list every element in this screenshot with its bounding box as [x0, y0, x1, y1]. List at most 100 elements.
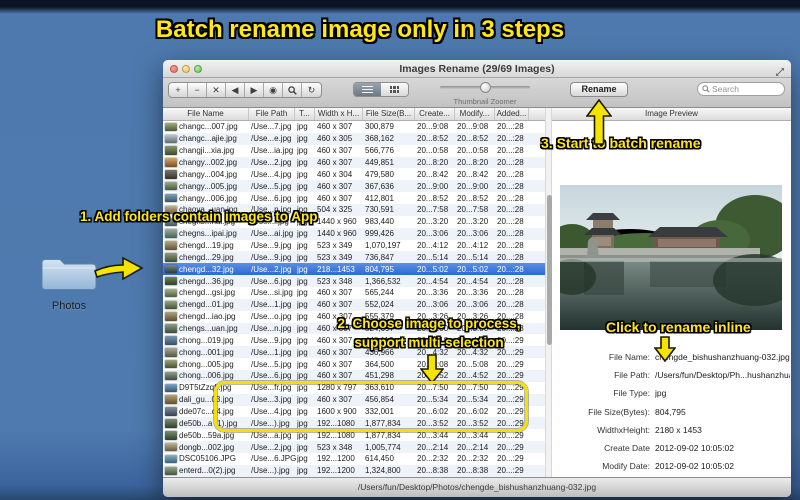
- list-view-button[interactable]: [354, 83, 381, 96]
- cell-path: /Use...4.jpg: [251, 169, 292, 179]
- column-header[interactable]: Create...: [415, 108, 455, 120]
- zoom-button[interactable]: [194, 65, 202, 73]
- column-header[interactable]: File Path: [249, 108, 295, 120]
- find-button[interactable]: [283, 83, 302, 97]
- status-bar: /Users/fun/Desktop/Photos/chengde_bishus…: [163, 477, 791, 497]
- next-button[interactable]: ▶: [245, 83, 264, 97]
- cell-size: 364,500: [365, 359, 394, 369]
- column-header[interactable]: File Name: [163, 108, 249, 120]
- slider-knob[interactable]: [480, 81, 491, 93]
- table-row[interactable]: changy...002.jpg/Use...2.jpg jpg 460 x 307…: [163, 156, 545, 169]
- cell-size: 449,851: [365, 158, 394, 167]
- detail-row: Modify Date: 2012-09-02 10:05:02: [552, 457, 790, 475]
- annotation-step2-line2: support multi-selection: [354, 335, 504, 350]
- table-row[interactable]: chegns...ipai.jpg/Use...ai.jpg jpg 1440 x …: [163, 227, 545, 240]
- cell-created: 20...4:54: [417, 276, 449, 286]
- arrow-down-icon: [653, 336, 677, 367]
- table-row[interactable]: changy...006.jpg/Use...6.jpg jpg 460 x 307…: [163, 192, 545, 205]
- cell-created: 20...3:20: [417, 217, 449, 227]
- cell-added: 20...:28: [497, 217, 524, 227]
- file-thumbnail-icon: [165, 419, 177, 428]
- cell-created: 20...5:02: [417, 264, 449, 274]
- refresh-button[interactable]: ↻: [302, 83, 321, 97]
- close-button[interactable]: [170, 65, 178, 73]
- table-row[interactable]: enterd...0(2).jpg/Use...).jpg jpg 192...12…: [163, 464, 545, 477]
- cell-size: 1,366,532: [365, 276, 401, 286]
- column-header[interactable]: Modify...: [455, 108, 495, 120]
- search-icon: [702, 80, 710, 98]
- cell-modified: 20...9:00: [457, 181, 489, 191]
- table-row[interactable]: chengd...19.jpg/Use...9.jpg jpg 523 x 349 1…: [163, 239, 545, 252]
- cell-type: jpg: [297, 288, 308, 298]
- cell-type: jpg: [297, 193, 308, 203]
- cell-dims: 460 x 307: [317, 371, 353, 381]
- file-thumbnail-icon: [165, 407, 177, 416]
- detail-row: File Size(Bytes): 804,795: [552, 403, 790, 421]
- table-row[interactable]: dongb...002.jpg/Use...2.jpg jpg 523 x 348 1…: [163, 441, 545, 454]
- scrollbar-thumb[interactable]: [546, 195, 552, 345]
- file-thumbnail-icon: [165, 146, 177, 155]
- table-scrollbar[interactable]: [545, 108, 552, 477]
- cell-type: jpg: [297, 359, 308, 369]
- table-row[interactable]: chengd...36.jpg/Use...6.jpg jpg 523 x 348 1…: [163, 275, 545, 288]
- fullscreen-icon[interactable]: [775, 64, 785, 76]
- add-button[interactable]: +: [169, 83, 188, 97]
- file-thumbnail-icon: [165, 348, 177, 357]
- column-header[interactable]: T...: [295, 108, 315, 120]
- detail-label: WidthxHeight:: [597, 424, 650, 435]
- cell-added: 20...:28: [497, 169, 524, 179]
- titlebar[interactable]: Images Rename (29/69 Images): [163, 60, 791, 78]
- cell-size: 566,776: [365, 146, 394, 156]
- delete-button[interactable]: ✕: [207, 83, 226, 97]
- cell-path: /Use...n.jpg: [251, 324, 292, 334]
- cell-dims: 460 x 305: [317, 134, 353, 144]
- view-mode-segmented-control[interactable]: [353, 82, 409, 97]
- cell-size: 736,847: [365, 252, 394, 262]
- cell-added: 20...:29: [497, 442, 524, 452]
- cell-added: 20...:28: [497, 181, 524, 191]
- table-row[interactable]: chong...005.jpg/Use...5.jpg jpg 460 x 307 3…: [163, 358, 545, 371]
- column-header[interactable]: File Size(B...: [363, 108, 415, 120]
- file-thumbnail-icon: [165, 264, 177, 274]
- rename-button[interactable]: Rename: [570, 81, 628, 97]
- column-header[interactable]: Width x H...: [315, 108, 363, 120]
- grid-view-button[interactable]: [381, 83, 408, 96]
- toolbar-button-bar: + − ✕ ◀ ▶ ◉ ↻: [168, 82, 322, 98]
- photos-folder[interactable]: Photos: [36, 255, 102, 312]
- cell-size: 412,801: [365, 193, 394, 203]
- cell-type: jpg: [297, 466, 308, 476]
- cell-path: /Use...6.jpg: [251, 276, 292, 286]
- table-row[interactable]: chengd...32.jpg/Use...2.jpg jpg 218...1453…: [163, 263, 545, 276]
- table-row[interactable]: changc...ajie.jpg/Use...e.jpg jpg 460 x 30…: [163, 132, 545, 145]
- thumbnail-zoom-slider[interactable]: [440, 81, 530, 93]
- annotation-step1: 1. Add folders contain images to App: [80, 209, 318, 224]
- minimize-button[interactable]: [182, 65, 190, 73]
- cell-name: chengd...19.jpg: [179, 241, 234, 251]
- table-row[interactable]: chengd...01.jpg/Use...1.jpg jpg 460 x 307 5…: [163, 298, 545, 311]
- table-row[interactable]: chengd...29.jpg/Use...9.jpg jpg 523 x 349 7…: [163, 251, 545, 264]
- cell-path: /Use...2.jpg: [251, 158, 292, 167]
- cell-dims: 192...1080: [317, 430, 355, 440]
- list-view-icon: [362, 86, 373, 93]
- cell-created: 20...8:52: [417, 134, 449, 144]
- cell-size: 1,005,774: [365, 442, 401, 452]
- column-header[interactable]: Added...: [495, 108, 529, 120]
- cell-modified: 20...3:06: [457, 300, 489, 310]
- table-row[interactable]: changy...005.jpg/Use...5.jpg jpg 460 x 307…: [163, 180, 545, 193]
- quicklook-button[interactable]: ◉: [264, 83, 283, 97]
- cell-dims: 523 x 348: [317, 276, 353, 286]
- previous-button[interactable]: ◀: [226, 83, 245, 97]
- table-row[interactable]: DSC05106.JPG/Use...6.JPG jpg 192...1200 614…: [163, 453, 545, 465]
- table-row[interactable]: changji...xia.jpg/Use...ia.jpg jpg 460 x 3…: [163, 144, 545, 157]
- cell-type: jpg: [297, 134, 308, 144]
- cell-added: 20...:28: [497, 134, 524, 144]
- table-row[interactable]: changc...007.jpg/Use...7.jpg jpg 460 x 307…: [163, 121, 545, 133]
- search-input[interactable]: Search: [697, 82, 785, 96]
- cell-size: 999,426: [365, 229, 394, 239]
- table-row[interactable]: changy...004.jpg/Use...4.jpg jpg 460 x 304…: [163, 168, 545, 181]
- remove-button[interactable]: −: [188, 83, 207, 97]
- cell-dims: 460 x 307: [317, 193, 353, 203]
- cell-added: 20...:29: [497, 430, 524, 440]
- cell-modified: 20...8:52: [457, 193, 489, 203]
- table-row[interactable]: chengd...gsi.jpg/Use...si.jpg jpg 460 x 30…: [163, 287, 545, 299]
